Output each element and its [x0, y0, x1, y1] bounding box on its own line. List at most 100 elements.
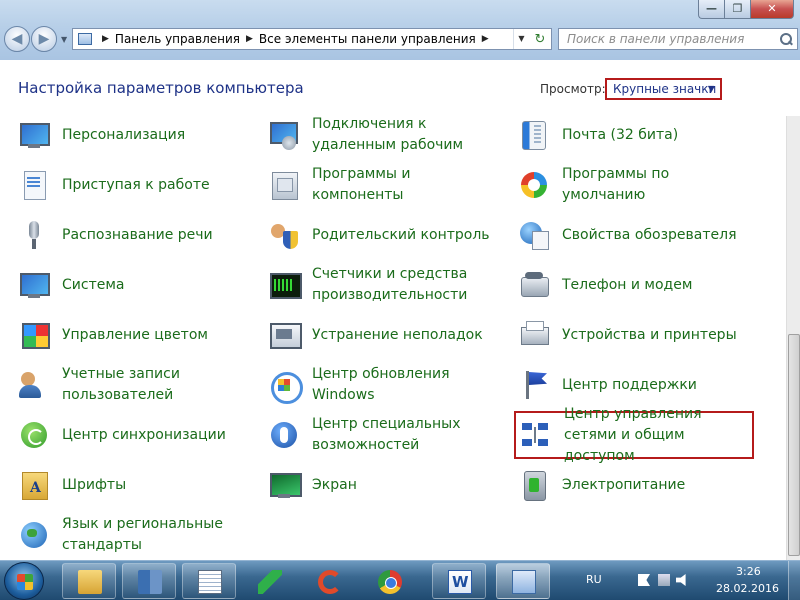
taskbar-explorer[interactable]	[62, 563, 116, 599]
chrome-icon	[378, 570, 402, 594]
troubleshooting-icon	[268, 319, 302, 351]
taskbar: RU 3:26 28.02.2016	[0, 560, 800, 600]
item-performance[interactable]: Счетчики и средства производительности	[268, 261, 502, 309]
taskbar-chrome[interactable]	[362, 563, 416, 599]
show-desktop-button[interactable]	[788, 561, 800, 600]
item-system[interactable]: Система	[18, 261, 252, 309]
item-devices-printers[interactable]: Устройства и принтеры	[518, 311, 752, 359]
item-parental-controls[interactable]: Родительский контроль	[268, 211, 502, 259]
view-mode-value: Крупные значки	[613, 82, 717, 96]
item-getting-started[interactable]: Приступая к работе	[18, 161, 252, 209]
search-icon[interactable]	[779, 32, 793, 46]
item-windows-update[interactable]: Центр обновления Windows	[268, 361, 502, 409]
item-sync-center[interactable]: Центр синхронизации	[18, 411, 252, 459]
forward-button[interactable]: ▶	[31, 26, 57, 52]
item-mail[interactable]: Почта (32 бита)	[518, 116, 752, 159]
item-default-programs[interactable]: Программы по умолчанию	[518, 161, 752, 209]
action-center-flag-icon[interactable]	[638, 574, 650, 586]
item-label: Подключения к удаленным рабочим	[312, 116, 464, 153]
back-button[interactable]: ◀	[4, 26, 30, 52]
item-phone-modem[interactable]: Телефон и модем	[518, 261, 752, 309]
taskbar-notepad[interactable]	[182, 563, 236, 599]
item-personalization[interactable]: Персонализация	[18, 116, 252, 159]
close-button[interactable]: ✕	[750, 0, 794, 19]
control-panel-items: Персонализация Приступая к работе Распоз…	[0, 116, 786, 560]
performance-icon	[268, 269, 302, 301]
item-label: Язык и региональные стандарты	[62, 516, 223, 553]
action-center-icon	[518, 369, 550, 401]
item-label: Персонализация	[62, 126, 186, 143]
language-indicator[interactable]: RU	[586, 573, 602, 586]
file-explorer-icon	[78, 570, 102, 594]
maximize-button[interactable]: ❐	[724, 0, 750, 19]
power-options-icon	[518, 469, 550, 501]
volume-icon[interactable]	[676, 574, 686, 586]
notepad-icon	[198, 570, 222, 594]
view-label: Просмотр:	[540, 82, 606, 96]
fonts-icon	[18, 469, 50, 501]
search-input[interactable]: Поиск в панели управления	[558, 28, 798, 50]
clock-date[interactable]: 28.02.2016	[716, 582, 779, 595]
system-icon	[18, 269, 50, 301]
address-bar[interactable]: ▶ Панель управления ▶ Все элементы панел…	[72, 28, 552, 50]
breadcrumb-separator-icon[interactable]: ▶	[482, 34, 489, 44]
minimize-button[interactable]: —	[698, 0, 724, 19]
item-label: Свойства обозревателя	[562, 226, 737, 243]
breadcrumb-control-panel[interactable]: Панель управления	[115, 32, 240, 46]
item-label: Устранение неполадок	[312, 326, 483, 343]
item-label: Центр управления сетями и общим доступом	[564, 405, 702, 464]
feather-app-icon	[258, 570, 282, 594]
taskbar-feather-app[interactable]	[242, 563, 296, 599]
internet-options-icon	[518, 219, 550, 251]
getting-started-icon	[18, 169, 50, 201]
item-label: Шрифты	[62, 476, 127, 493]
item-label: Центр поддержки	[562, 376, 697, 393]
address-dropdown-icon[interactable]: ▼	[513, 29, 529, 49]
scrollbar-thumb[interactable]	[788, 334, 800, 556]
item-power-options[interactable]: Электропитание	[518, 461, 752, 509]
item-programs-features[interactable]: Программы и компоненты	[268, 161, 502, 209]
breadcrumb-separator-icon[interactable]: ▶	[246, 34, 253, 44]
taskbar-library[interactable]	[122, 563, 176, 599]
item-fonts[interactable]: Шрифты	[18, 461, 252, 509]
remote-desktop-icon	[268, 119, 300, 151]
item-remote-desktop[interactable]: Подключения к удаленным рабочим	[268, 116, 502, 159]
network-sharing-icon	[520, 419, 552, 451]
item-display[interactable]: Экран	[268, 461, 502, 509]
refresh-icon[interactable]: ↻	[529, 32, 551, 47]
start-button[interactable]	[4, 562, 44, 600]
taskbar-control-panel[interactable]	[496, 563, 550, 599]
item-label: Система	[62, 276, 125, 293]
item-label: Экран	[312, 476, 357, 493]
item-action-center[interactable]: Центр поддержки	[518, 361, 752, 409]
control-panel-icon	[512, 570, 536, 594]
item-troubleshooting[interactable]: Устранение неполадок	[268, 311, 502, 359]
item-ease-of-access[interactable]: Центр специальных возможностей	[268, 411, 502, 459]
item-label: Почта (32 бита)	[562, 126, 679, 143]
taskbar-word[interactable]	[432, 563, 486, 599]
vertical-scrollbar[interactable]	[786, 116, 800, 560]
taskbar-c-app[interactable]	[302, 563, 356, 599]
clock-time[interactable]: 3:26	[736, 565, 761, 578]
windows-update-icon	[268, 369, 303, 404]
item-label: Программы по умолчанию	[562, 166, 670, 203]
view-mode-select[interactable]: Крупные значки ▼	[605, 78, 722, 100]
breadcrumb-all-items[interactable]: Все элементы панели управления	[259, 32, 476, 46]
item-internet-options[interactable]: Свойства обозревателя	[518, 211, 752, 259]
item-label: Приступая к работе	[62, 176, 210, 193]
item-network-sharing-center[interactable]: Центр управления сетями и общим доступом	[514, 406, 754, 464]
network-icon[interactable]	[658, 574, 670, 586]
item-label: Центр синхронизации	[62, 426, 226, 443]
mail-icon	[518, 119, 550, 151]
recent-pages-dropdown[interactable]: ▼	[61, 35, 67, 44]
region-language-icon	[18, 519, 50, 551]
item-color-management[interactable]: Управление цветом	[18, 311, 252, 359]
item-label: Электропитание	[562, 476, 686, 493]
item-user-accounts[interactable]: Учетные записи пользователей	[18, 361, 252, 409]
item-speech-recognition[interactable]: Распознавание речи	[18, 211, 252, 259]
item-label: Родительский контроль	[312, 226, 490, 243]
breadcrumb-separator-icon[interactable]: ▶	[102, 34, 109, 44]
item-region-language[interactable]: Язык и региональные стандарты	[18, 511, 252, 559]
item-label: Распознавание речи	[62, 226, 213, 243]
window-controls: — ❐ ✕	[698, 0, 794, 20]
